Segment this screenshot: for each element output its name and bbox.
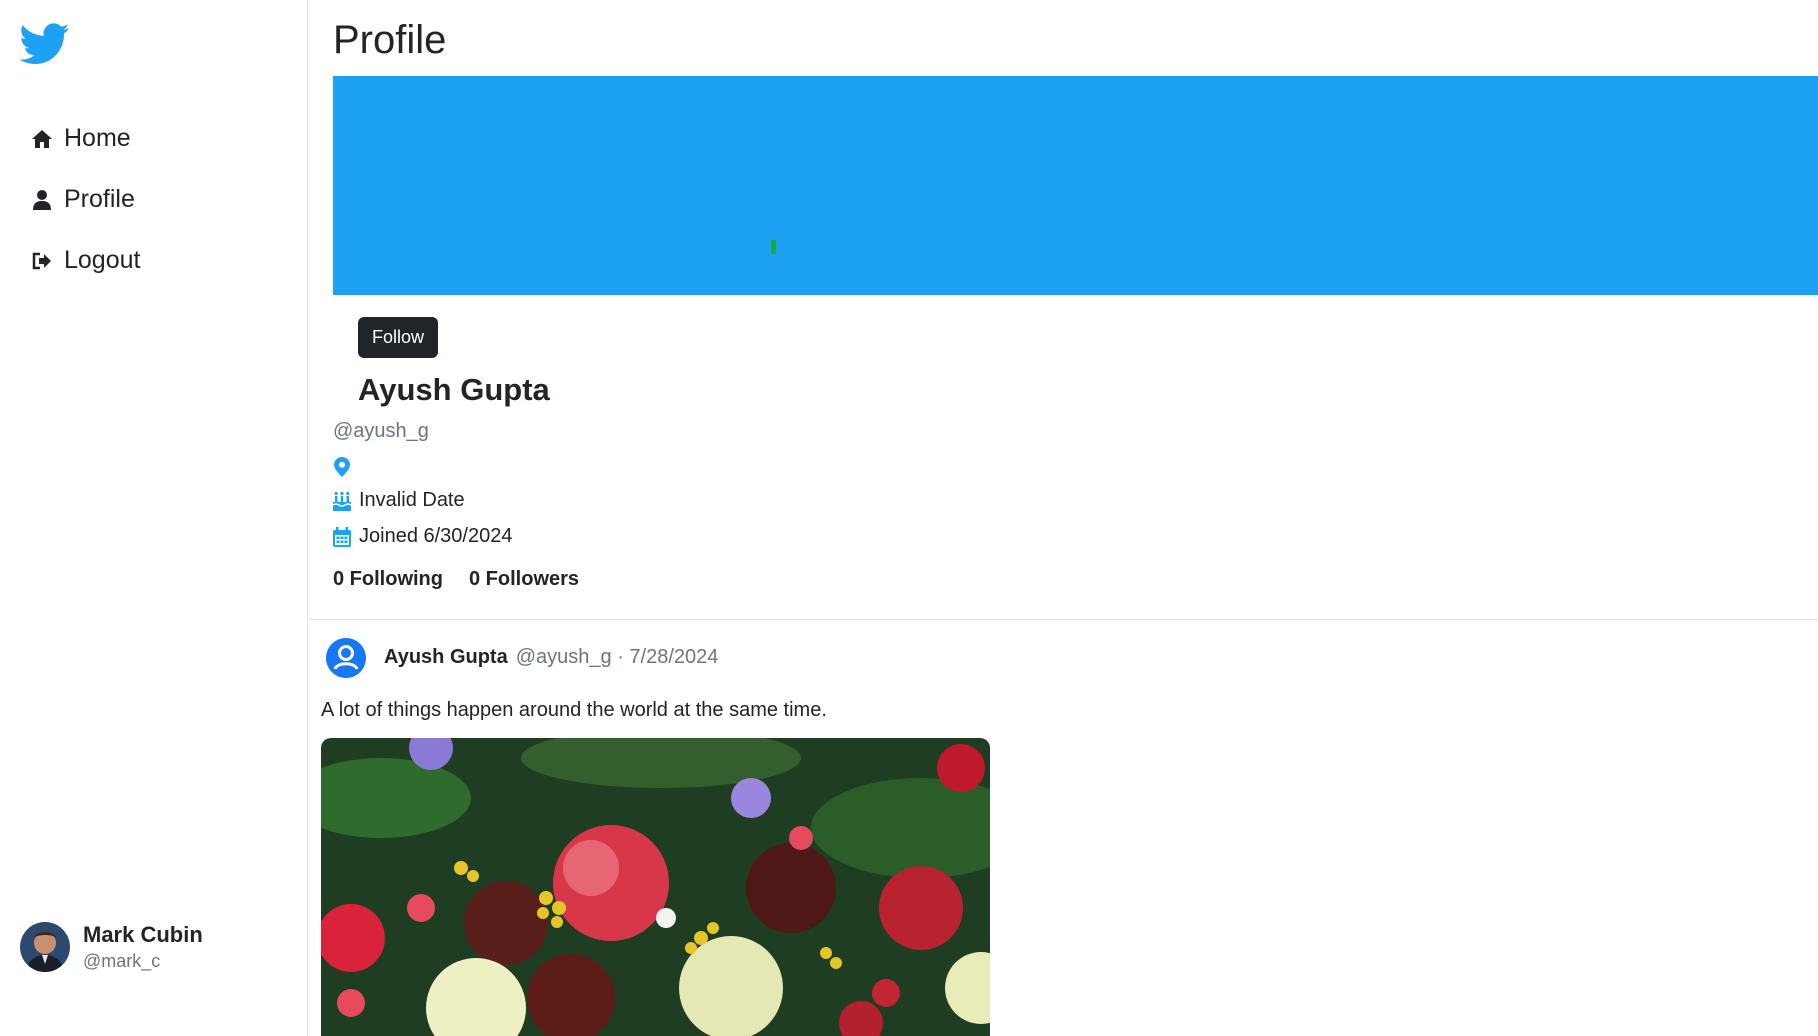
profile-handle: @ayush_g	[333, 420, 429, 442]
sidebar-item-label: Home	[64, 124, 131, 152]
sidebar: Home Profile Logout Mark Cubin @mark_c	[0, 0, 308, 1036]
current-user-card[interactable]: Mark Cubin @mark_c	[20, 921, 203, 973]
follow-stats: 0 Following 0 Followers	[333, 568, 605, 591]
current-user-name: Mark Cubin	[83, 922, 203, 947]
post-author-avatar[interactable]	[326, 638, 366, 678]
following-count[interactable]: 0 Following	[333, 568, 443, 591]
post-author-name[interactable]: Ayush Gupta	[384, 646, 508, 669]
sidebar-item-home[interactable]: Home	[30, 108, 140, 169]
sidebar-item-logout[interactable]: Logout	[30, 230, 140, 291]
location-row	[333, 457, 359, 477]
sidebar-item-profile[interactable]: Profile	[30, 169, 140, 230]
profile-birthday: Invalid Date	[359, 489, 465, 511]
current-user-handle: @mark_c	[83, 951, 161, 971]
home-icon	[30, 127, 54, 151]
post-meta: @ayush_g · 7/28/2024	[515, 646, 719, 668]
followers-count[interactable]: 0 Followers	[469, 568, 579, 591]
logout-icon	[30, 249, 54, 273]
birthday-row: Invalid Date	[333, 489, 465, 512]
calendar-icon	[333, 526, 351, 547]
user-icon	[30, 188, 54, 212]
post-header: Ayush Gupta @ayush_g · 7/28/2024	[384, 646, 718, 669]
sidebar-item-label: Logout	[64, 246, 141, 274]
joined-row: Joined 6/30/2024	[333, 525, 512, 548]
profile-joined: Joined 6/30/2024	[359, 525, 513, 547]
follow-button[interactable]: Follow	[358, 317, 439, 358]
sidebar-nav: Home Profile Logout	[30, 108, 140, 291]
divider	[309, 619, 1818, 620]
sidebar-item-label: Profile	[64, 185, 135, 213]
twitter-bird-icon[interactable]	[19, 22, 70, 66]
avatar	[20, 922, 70, 972]
page-title: Profile	[333, 18, 447, 62]
post-image[interactable]	[321, 738, 990, 1036]
birthday-cake-icon	[333, 491, 351, 511]
banner-mark	[771, 240, 776, 254]
profile-banner	[333, 76, 1818, 295]
post-text: A lot of things happen around the world …	[321, 699, 827, 721]
map-pin-icon	[333, 457, 351, 477]
profile-name: Ayush Gupta	[358, 372, 550, 407]
main-content: Profile Follow Ayush Gupta @ayush_g Inva…	[309, 0, 1818, 1036]
